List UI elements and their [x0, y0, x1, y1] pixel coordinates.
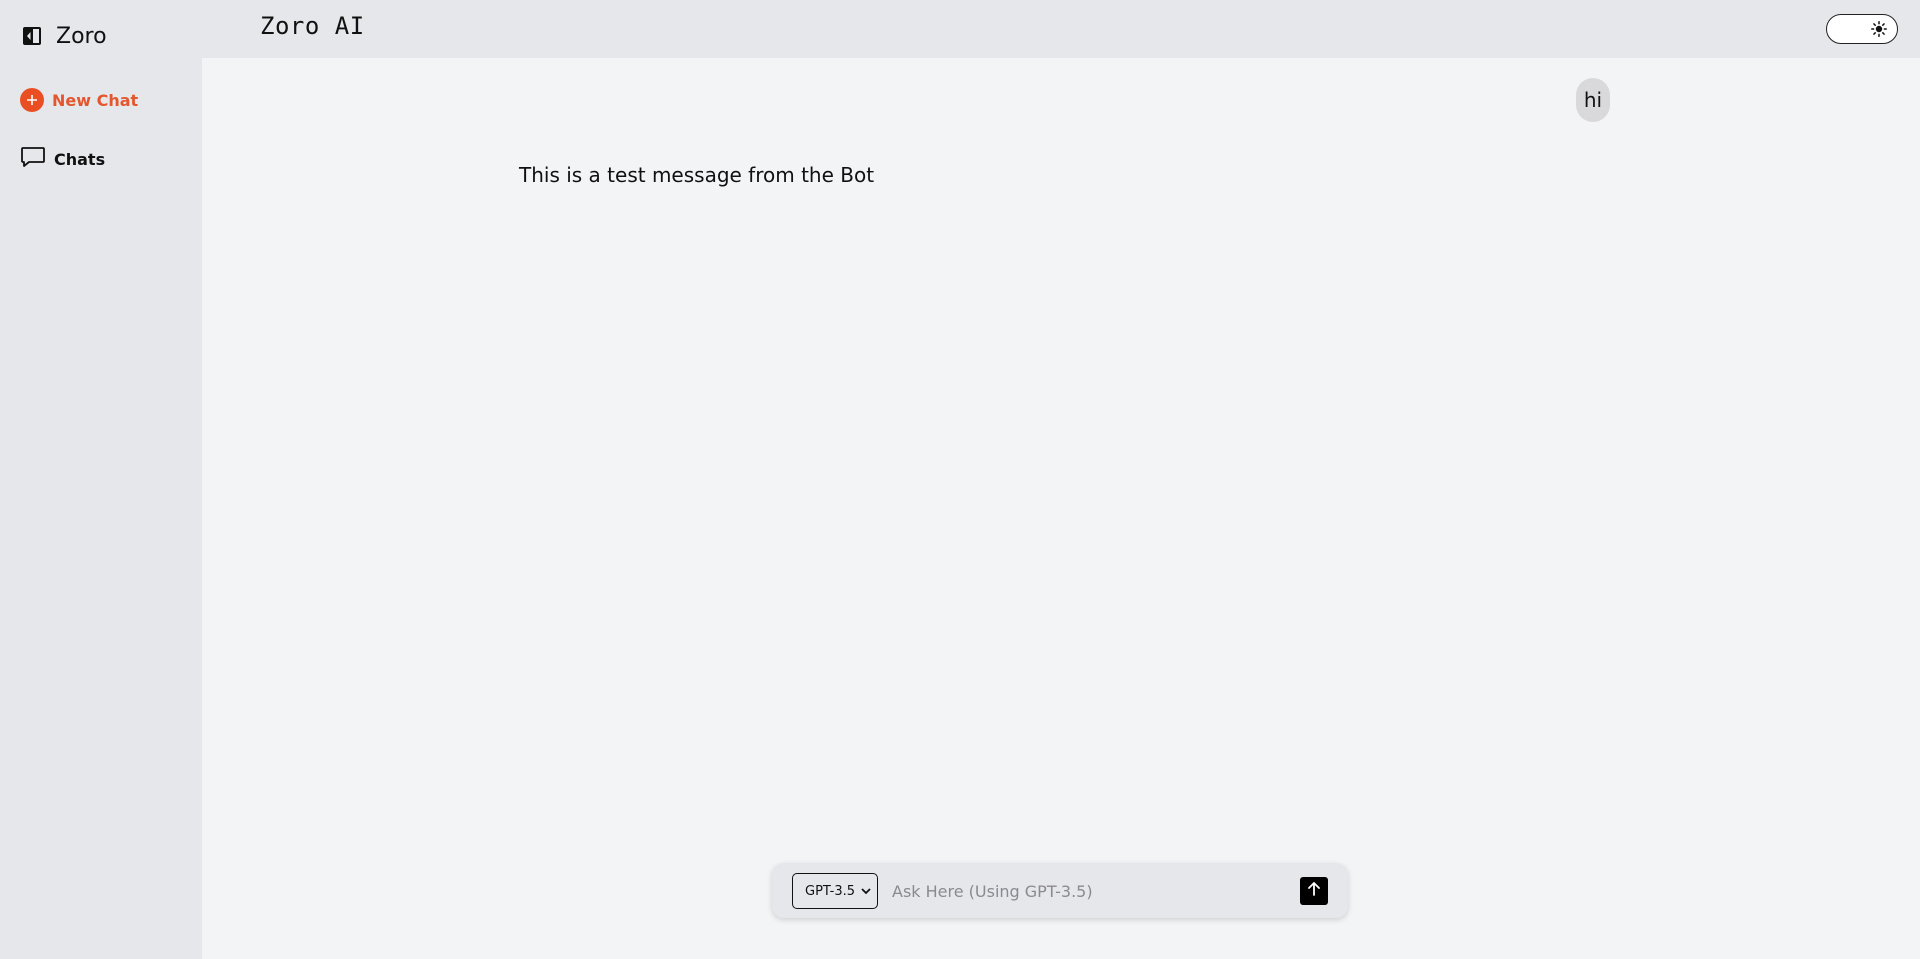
- theme-toggle[interactable]: [1826, 14, 1898, 44]
- bot-message: This is a test message from the Bot: [519, 163, 875, 187]
- chat-area: hi This is a test message from the Bot G…: [202, 58, 1920, 959]
- send-button[interactable]: [1300, 877, 1328, 905]
- composer: GPT-3.5: [772, 863, 1348, 918]
- new-chat-label: New Chat: [52, 90, 139, 110]
- arrow-up-icon: [1306, 881, 1322, 901]
- model-select-value: GPT-3.5: [805, 883, 856, 899]
- page-title: Zoro AI: [260, 12, 365, 40]
- new-chat-button[interactable]: New Chat: [20, 88, 138, 112]
- prompt-input[interactable]: [892, 873, 1282, 909]
- sidebar-item-chats[interactable]: Chats: [20, 145, 105, 173]
- sidebar: Zoro New Chat Chats: [0, 0, 202, 959]
- top-header: Zoro AI: [202, 0, 1920, 58]
- chevron-down-icon: [861, 884, 871, 899]
- brand-name: Zoro: [56, 23, 107, 49]
- sun-icon: [1871, 21, 1887, 41]
- chats-label: Chats: [54, 149, 106, 169]
- chat-bubble-icon: [20, 145, 46, 173]
- plus-circle-icon: [20, 88, 44, 112]
- user-message: hi: [1576, 78, 1610, 122]
- brand: Zoro: [22, 20, 107, 52]
- app-window: Zoro New Chat Chats Zoro AI hi This is a…: [0, 0, 1920, 959]
- sidebar-toggle-icon[interactable]: [22, 26, 42, 46]
- model-select[interactable]: GPT-3.5: [792, 873, 878, 909]
